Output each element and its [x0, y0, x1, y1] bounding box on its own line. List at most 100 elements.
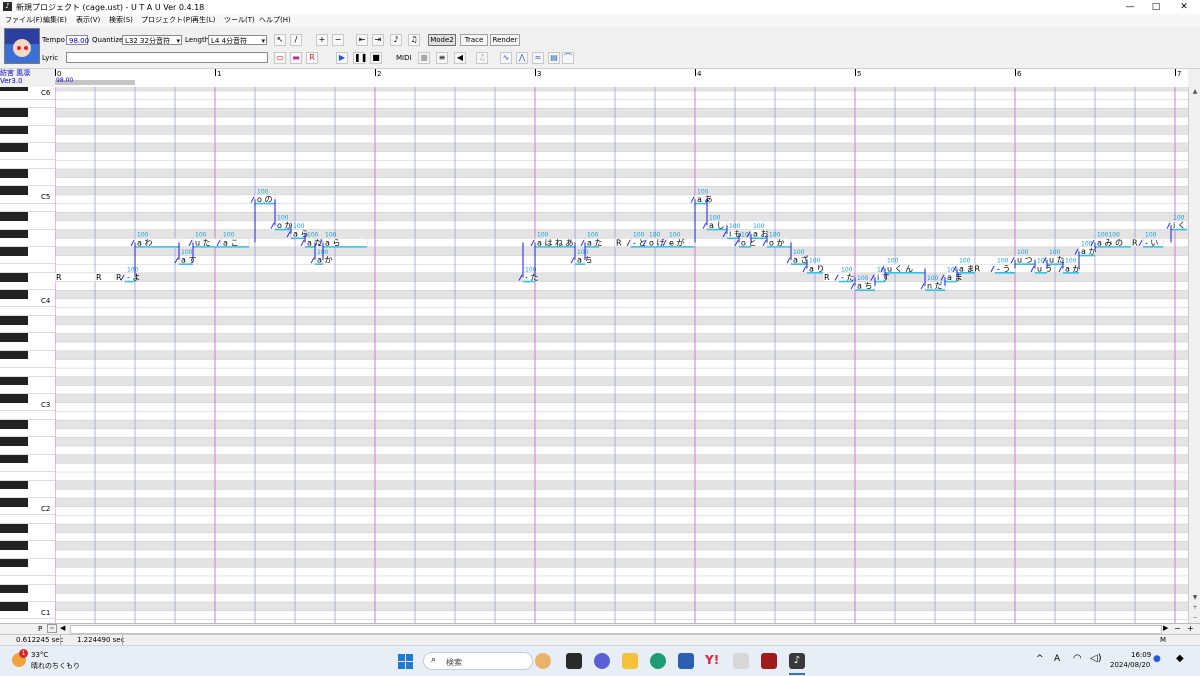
midi-notes-icon[interactable]: ♫ — [476, 52, 488, 64]
lion-icon[interactable] — [535, 653, 551, 669]
piano-keyboard[interactable]: C6 C5 C4 C3 C2 C1 — [0, 87, 56, 623]
menu-help[interactable]: ヘルプ(H) — [256, 15, 294, 25]
close-button[interactable]: ✕ — [1170, 0, 1198, 14]
black-key[interactable] — [0, 229, 28, 239]
start-icon[interactable] — [398, 654, 413, 669]
explorer-icon[interactable] — [622, 653, 638, 669]
black-key[interactable] — [0, 498, 28, 507]
white-key[interactable] — [0, 411, 55, 421]
white-key[interactable] — [0, 134, 55, 143]
black-key[interactable] — [0, 272, 28, 282]
render-button[interactable]: Render — [490, 34, 520, 46]
black-key[interactable] — [0, 558, 28, 568]
black-key[interactable] — [0, 108, 28, 117]
menu-edit[interactable]: 編集(E) — [40, 15, 70, 25]
black-key[interactable] — [0, 212, 28, 221]
note[interactable]: R — [94, 272, 116, 282]
white-key[interactable] — [0, 238, 55, 247]
insert-note-icon[interactable]: ▭ — [274, 52, 286, 64]
note[interactable]: R — [114, 272, 126, 282]
chat-icon[interactable] — [594, 653, 610, 669]
white-key[interactable] — [0, 359, 55, 369]
scroll-up-icon[interactable]: ▲ — [1189, 87, 1200, 97]
white-key[interactable] — [0, 385, 55, 395]
black-key[interactable] — [0, 186, 28, 195]
white-key[interactable] — [0, 178, 55, 187]
singer-avatar[interactable] — [4, 28, 40, 64]
black-key[interactable] — [0, 541, 28, 550]
mode2-button[interactable]: Mode2 — [428, 34, 456, 46]
black-key[interactable] — [0, 333, 28, 343]
vibrato-icon[interactable]: ≈ — [532, 52, 544, 64]
white-key[interactable] — [0, 489, 55, 499]
modulation-icon[interactable]: ⌒ — [562, 52, 574, 64]
black-key[interactable] — [0, 524, 28, 533]
white-key[interactable] — [0, 533, 55, 542]
hzoom-plus-icon[interactable]: + — [1187, 624, 1194, 633]
note[interactable]: - う100 — [990, 258, 1016, 274]
envelope-icon[interactable]: ⋀ — [516, 52, 528, 64]
black-key[interactable] — [0, 437, 28, 447]
black-key[interactable] — [0, 394, 28, 403]
black-key[interactable] — [0, 246, 28, 256]
note[interactable]: R — [55, 272, 96, 282]
part-button[interactable]: P — [38, 625, 42, 633]
white-key[interactable] — [0, 368, 55, 377]
white-key[interactable] — [0, 160, 55, 169]
scroll-left-icon[interactable]: ◀ — [60, 624, 65, 632]
black-key[interactable] — [0, 125, 28, 135]
white-key[interactable] — [0, 515, 55, 524]
black-key[interactable] — [0, 376, 28, 386]
edge-icon[interactable] — [650, 653, 666, 669]
black-key[interactable] — [0, 290, 28, 299]
utau-icon[interactable]: ♪ — [789, 653, 805, 669]
white-key[interactable] — [0, 576, 55, 585]
white-key[interactable] — [0, 152, 55, 161]
white-key[interactable] — [0, 550, 55, 559]
pencil-tool-icon[interactable]: / — [290, 34, 302, 46]
white-key[interactable] — [0, 282, 55, 291]
menu-search[interactable]: 検索(S) — [106, 15, 136, 25]
notification-bell-icon[interactable]: ● — [1153, 654, 1161, 664]
pause-icon[interactable]: ❚❚ — [353, 52, 367, 64]
taskbar-search[interactable]: ⌕ 検索 — [423, 652, 533, 670]
app-icon[interactable] — [733, 653, 749, 669]
clock-date[interactable]: 2024/08/20 — [1110, 661, 1150, 669]
black-key[interactable] — [0, 420, 28, 429]
note-join-icon[interactable]: ♫ — [408, 34, 420, 46]
piano-roll[interactable]: RRR- よ 100 a わ 100 a す 100 u た 100 a こ 100 o の 100 o… — [55, 87, 1188, 623]
clock-time[interactable]: 16:09 — [1131, 651, 1151, 659]
lyric-input[interactable] — [66, 52, 268, 63]
speaker-icon[interactable]: ◁) — [1090, 653, 1102, 664]
hzoom-minus-icon[interactable]: − — [1174, 624, 1181, 633]
scroll-down-icon[interactable]: ▼ — [1189, 593, 1200, 603]
play-icon[interactable]: ▶ — [336, 52, 348, 64]
pointer-tool-icon[interactable]: ↖ — [274, 34, 286, 46]
pitch-curve-icon[interactable]: ∿ — [500, 52, 512, 64]
trace-button[interactable]: Trace — [460, 34, 488, 46]
measure-ruler[interactable]: 98.00 0 1 2 3 4 5 6 7 — [55, 69, 1188, 88]
white-key[interactable] — [0, 325, 55, 334]
piano-roll-canvas[interactable]: RRR- よ100a わ100a す100u た100a こ100o の100o… — [55, 87, 1188, 623]
black-key[interactable] — [0, 454, 28, 464]
stop-icon[interactable]: ■ — [370, 52, 382, 64]
zoom-minus-icon[interactable]: − — [1189, 613, 1200, 623]
menu-view[interactable]: 表示(V) — [73, 15, 103, 25]
menu-project[interactable]: プロジェクト(P) — [138, 15, 196, 25]
zoom-plus-icon[interactable]: + — [1189, 603, 1200, 613]
speaker-icon[interactable]: ◀ — [454, 52, 466, 64]
tray-overflow-icon[interactable]: ^ — [1036, 654, 1044, 664]
store-icon[interactable] — [678, 653, 694, 669]
black-key[interactable] — [0, 350, 28, 360]
tempo-input[interactable]: 98.00 — [66, 35, 89, 45]
vol-toggle-icon[interactable]: ~ — [47, 624, 57, 633]
midi-settings-icon[interactable]: ≡ — [436, 52, 448, 64]
white-key[interactable] — [0, 472, 55, 481]
note-split-icon[interactable]: ♪ — [390, 34, 402, 46]
go-end-icon[interactable]: ⇥ — [372, 34, 384, 46]
delete-note-icon[interactable]: ▬ — [290, 52, 302, 64]
black-key[interactable] — [0, 601, 28, 611]
singer-info[interactable]: 紡宮 風凛 Ver3.0 — [0, 69, 55, 87]
wifi-icon[interactable]: ◠ — [1073, 653, 1082, 664]
white-key[interactable] — [0, 593, 55, 602]
